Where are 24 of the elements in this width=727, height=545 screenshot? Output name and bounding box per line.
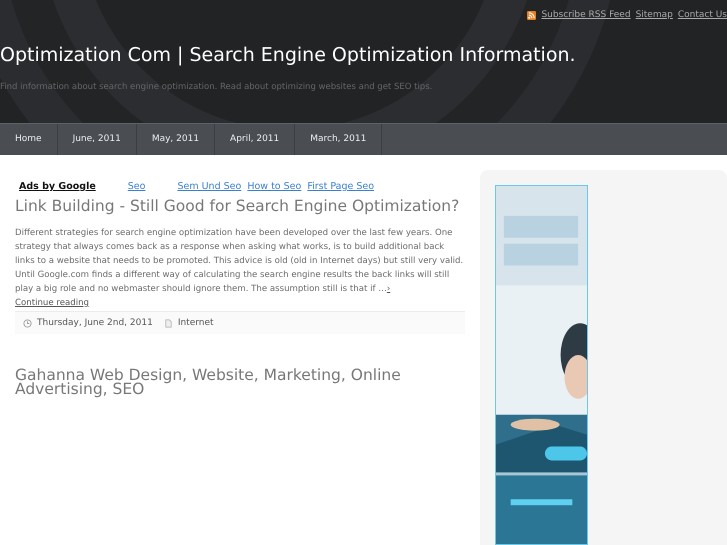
- site-title[interactable]: Optimization Com | Search Engine Optimization Information.: [0, 44, 727, 66]
- nav-link[interactable]: March, 2011: [295, 124, 382, 155]
- site-tagline: Find information about search engine optimization. Read about optimizing websites and get SEO tips.: [0, 82, 434, 92]
- post-date: Thursday, June 2nd, 2011: [37, 318, 153, 328]
- nav-link[interactable]: April, 2011: [215, 124, 296, 155]
- ad-link[interactable]: Sem Und Seo: [177, 181, 242, 193]
- category-link[interactable]: Internet: [178, 318, 214, 328]
- nav-link[interactable]: June, 2011: [58, 124, 137, 155]
- header-link[interactable]: Contact Us: [678, 10, 727, 20]
- continue-reading-link[interactable]: Continue reading: [15, 298, 90, 308]
- clock-icon: [23, 318, 32, 328]
- post-title[interactable]: Link Building - Still Good for Search Engine Optimization?: [15, 199, 465, 213]
- nav-link[interactable]: Home: [0, 124, 58, 155]
- more-link[interactable]: ›: [386, 284, 390, 294]
- post-title[interactable]: Gahanna Web Design, Website, Marketing, Online Advertising, SEO: [15, 368, 465, 396]
- nav-link[interactable]: May, 2011: [136, 124, 216, 155]
- header-link[interactable]: Sitemap: [636, 10, 673, 20]
- header-link[interactable]: Subscribe RSS Feed: [541, 10, 631, 20]
- ad-link[interactable]: How to Seo: [247, 181, 302, 193]
- ad-link[interactable]: Seo: [128, 181, 146, 193]
- document-icon: [164, 318, 173, 328]
- ad-link[interactable]: First Page Seo: [307, 181, 374, 193]
- ads-label[interactable]: Ads by Google: [19, 181, 96, 193]
- post-excerpt: Different strategies for search engine optimization have been developed over the last few years. One strategy that always comes back as a response when asking what works, is to build additional back links to a website that needs to be promoted. This advice is old (old in Internet days) but still very valid. Until Google.com finds a different way of calculating the search engine results the back links will still play a big role and no webmaster should ignore them. The assumption still is that if …› Continue reading: [15, 227, 464, 310]
